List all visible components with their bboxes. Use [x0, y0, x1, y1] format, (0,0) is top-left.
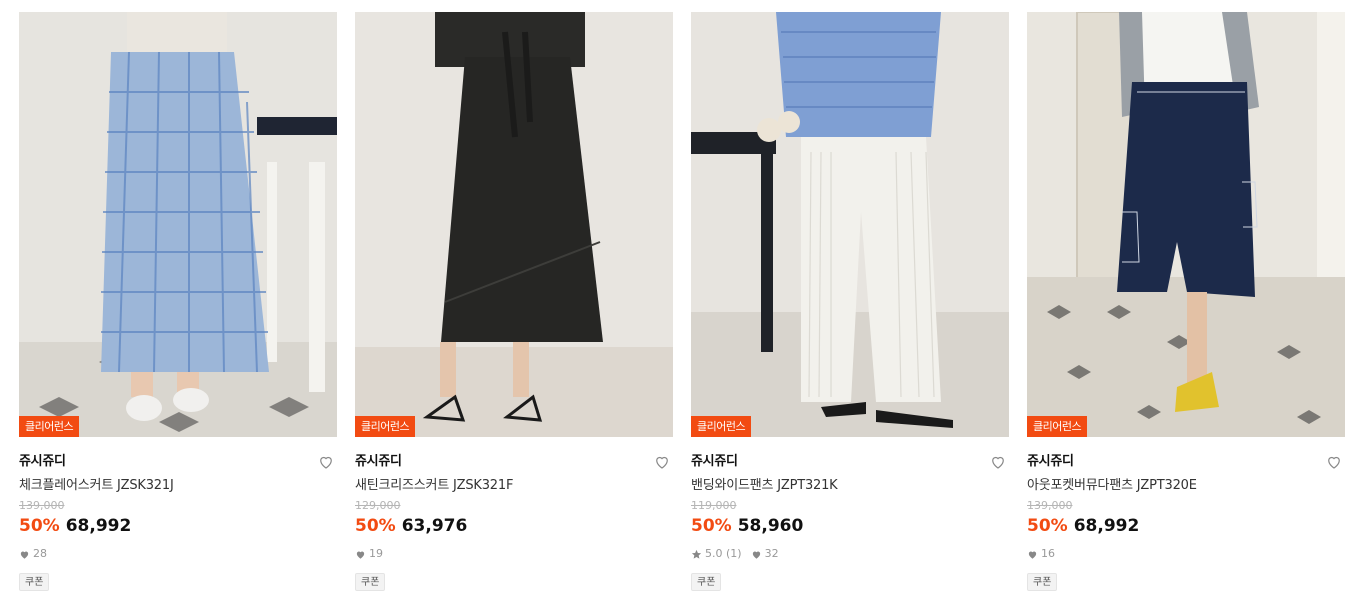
like-count: 32	[764, 547, 779, 560]
heart-filled-icon	[1028, 551, 1037, 559]
product-grid: 클리어런스 쥬시쥬디 체크플레어스커트 JZSK321J 139,000 50%…	[0, 0, 1351, 591]
heart-outline-icon[interactable]	[989, 453, 1007, 471]
discount-rate: 50%	[355, 516, 396, 536]
coupon-tag: 쿠폰	[19, 573, 50, 591]
product-name[interactable]: 밴딩와이드팬츠 JZPT321K	[691, 477, 1009, 495]
like-count: 19	[369, 547, 383, 560]
heart-outline-icon[interactable]	[317, 453, 335, 471]
product-name[interactable]: 새틴크리즈스커트 JZSK321F	[355, 477, 673, 495]
coupon-tag: 쿠폰	[691, 573, 722, 591]
heart-filled-icon	[20, 551, 29, 559]
product-card[interactable]: 클리어런스 쥬시쥬디 체크플레어스커트 JZSK321J 139,000 50%…	[19, 12, 337, 591]
product-name[interactable]: 아웃포켓버뮤다팬츠 JZPT320E	[1027, 477, 1345, 495]
clearance-badge: 클리어런스	[355, 416, 416, 437]
sale-price: 58,960	[737, 516, 804, 536]
star-icon	[691, 549, 702, 559]
brand-name[interactable]: 쥬시쥬디	[355, 453, 673, 471]
original-price: 129,000	[355, 499, 401, 512]
clearance-badge: 클리어런스	[19, 416, 80, 437]
coupon-tag: 쿠폰	[1027, 573, 1058, 591]
like-count: 28	[33, 547, 47, 560]
sale-price: 68,992	[1073, 516, 1140, 536]
discount-rate: 50%	[19, 516, 60, 536]
discount-rate: 50%	[1027, 516, 1068, 536]
clearance-badge: 클리어런스	[691, 416, 752, 437]
product-image[interactable]: 클리어런스	[1027, 12, 1345, 437]
heart-filled-icon	[752, 551, 760, 559]
like-count: 16	[1041, 547, 1055, 560]
product-card[interactable]: 클리어런스 쥬시쥬디 새틴크리즈스커트 JZSK321F 129,000 50%…	[355, 12, 673, 591]
product-image[interactable]: 클리어런스	[19, 12, 337, 437]
brand-name[interactable]: 쥬시쥬디	[1027, 453, 1345, 471]
brand-name[interactable]: 쥬시쥬디	[19, 453, 337, 471]
clearance-badge: 클리어런스	[1027, 416, 1088, 437]
discount-rate: 50%	[691, 516, 732, 536]
rating: 5.0 (1)	[705, 547, 742, 560]
coupon-tag: 쿠폰	[355, 573, 386, 591]
brand-name[interactable]: 쥬시쥬디	[691, 453, 1009, 471]
product-card[interactable]: 클리어런스 쥬시쥬디 밴딩와이드팬츠 JZPT321K 119,000 50% 5…	[691, 12, 1009, 591]
product-card[interactable]: 클리어런스 쥬시쥬디 아웃포켓버뮤다팬츠 JZPT320E 139,000 50…	[1027, 12, 1345, 591]
product-image[interactable]: 클리어런스	[355, 12, 673, 437]
heart-outline-icon[interactable]	[1325, 453, 1343, 471]
heart-outline-icon[interactable]	[653, 453, 671, 471]
original-price: 119,000	[691, 499, 737, 512]
heart-filled-icon	[356, 551, 365, 559]
sale-price: 68,992	[65, 516, 132, 536]
original-price: 139,000	[19, 499, 65, 512]
product-name[interactable]: 체크플레어스커트 JZSK321J	[19, 477, 337, 495]
product-image[interactable]: 클리어런스	[691, 12, 1009, 437]
original-price: 139,000	[1027, 499, 1073, 512]
sale-price: 63,976	[401, 516, 468, 536]
